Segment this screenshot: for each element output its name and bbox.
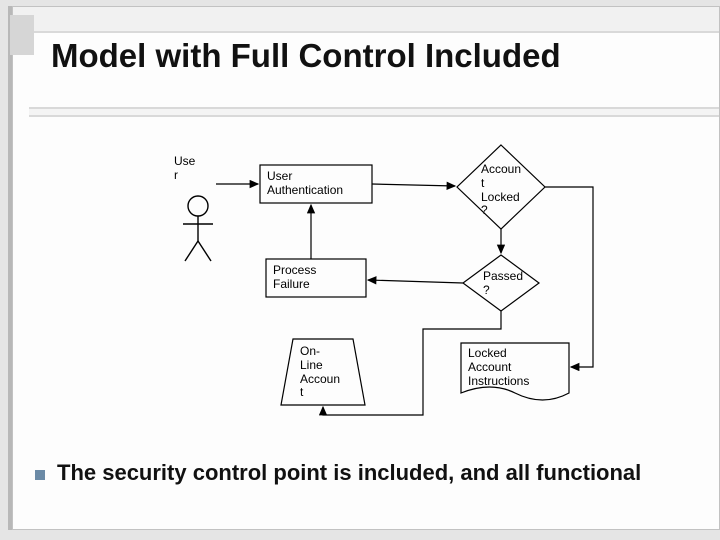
label-account-locked: Accoun t Locked ? (481, 163, 521, 218)
label-user-auth: User Authentication (267, 170, 343, 198)
label-process-failure: Process Failure (273, 264, 316, 292)
bullet-text: The security control point is included, … (57, 460, 641, 486)
label-online-account: On- Line Accoun t (300, 345, 340, 400)
actor-label: Use r (174, 155, 195, 183)
arrow-locked-to-instructions (545, 187, 593, 367)
actor-icon (183, 196, 213, 261)
diagram-canvas (13, 7, 719, 529)
label-passed: Passed ? (483, 270, 523, 298)
arrow-passed-to-failure (368, 280, 463, 283)
arrow-auth-to-locked (372, 184, 455, 186)
slide-frame: Model with Full Control Included (12, 6, 720, 530)
bullet-icon (35, 470, 45, 480)
label-locked-instructions: Locked Account Instructions (468, 347, 529, 388)
